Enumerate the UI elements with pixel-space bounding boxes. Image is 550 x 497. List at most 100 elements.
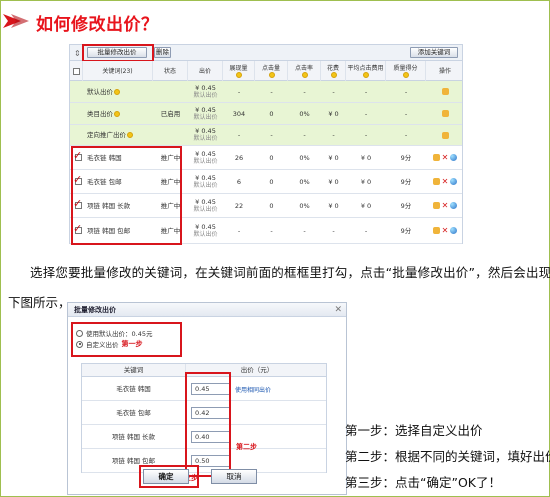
help-icon[interactable] [114, 110, 120, 117]
header-actions: 操作 [438, 67, 451, 75]
header-impressions[interactable]: 展现量 [223, 61, 255, 81]
hand-edit-icon[interactable] [441, 110, 449, 117]
globe-icon[interactable] [450, 227, 458, 234]
help-icon[interactable] [330, 71, 337, 78]
delete-icon[interactable]: ✕ [442, 153, 449, 162]
bid-row-keyword: 毛衣链 包邮 [82, 401, 186, 424]
header-clicks[interactable]: 点击量 [255, 61, 288, 81]
globe-icon[interactable] [450, 202, 458, 209]
cancel-button[interactable]: 取消 [211, 469, 257, 484]
col-keyword: 关键词 [82, 364, 186, 376]
bid-row-keyword: 毛衣链 韩国 [82, 377, 186, 400]
help-icon[interactable] [268, 71, 275, 78]
header-keyword[interactable]: 关键词(23) [83, 61, 153, 81]
header-quality[interactable]: 质量得分 [386, 61, 426, 81]
cell-keyword: 默认出价 [83, 81, 153, 102]
bid-row-keyword: 项链 韩国 长款 [82, 425, 186, 448]
cell-cost: ¥ 0 [328, 201, 339, 210]
hand-edit-icon[interactable] [441, 131, 449, 139]
cell-avg-cpc: ¥ 0 [360, 153, 372, 162]
delete-icon[interactable]: ✕ [442, 226, 449, 235]
instruction-line-1: 选择您要批量修改的关键词，在关键词前面的框框里打勾，点击“批量修改出价”，然后会… [30, 265, 550, 280]
globe-icon[interactable] [450, 154, 458, 161]
delete-button[interactable]: 删除 [154, 47, 171, 58]
help-icon[interactable] [363, 71, 369, 78]
cell-clicks: 0 [269, 109, 274, 118]
help-icon[interactable] [127, 132, 133, 138]
highlight-selected-keywords [71, 146, 182, 245]
cell-actions: ✕ [426, 194, 464, 217]
hand-edit-icon[interactable] [432, 178, 440, 185]
dialog-title: 批量修改出价 ✕ [68, 303, 346, 317]
hand-edit-icon[interactable] [432, 202, 440, 209]
cell-price[interactable]: ¥ 0.45 默认出价 [188, 103, 223, 124]
instruction-line-2: 下图所示， [8, 295, 71, 310]
table-header: 关键词(23) 状态 出价 展现量 点击量 点击率 花费 平均点击费用 质量得分… [70, 61, 462, 81]
help-icon[interactable] [114, 88, 120, 95]
cell-ctr: - [303, 87, 306, 96]
cell-keyword: 类目出价 [83, 103, 153, 124]
highlight-confirm [139, 465, 199, 488]
cell-actions [426, 103, 464, 124]
cell-cost: ¥ 0 [328, 177, 339, 186]
cell-impressions: - [237, 226, 241, 235]
header-cost[interactable]: 花费 [321, 61, 346, 81]
cell-avg-cpc: - [364, 131, 368, 139]
help-icon[interactable] [403, 71, 409, 78]
close-icon[interactable]: ✕ [334, 304, 342, 316]
step-1-text: 第一步：选择自定义出价 [345, 423, 483, 438]
cell-impressions: - [237, 131, 241, 139]
collapse-arrows-icon[interactable]: ⇕ [74, 49, 81, 58]
header-price[interactable]: 出价 [188, 61, 223, 81]
cell-price[interactable]: ¥ 0.45 默认出价 [188, 125, 223, 145]
cell-quality: 9分 [400, 201, 412, 210]
cell-quality: - [404, 131, 408, 139]
steps-summary: 第一步：选择自定义出价 第二步：根据不同的关键词，填好出价 第三步：点击“确定”… [345, 418, 550, 496]
use-same-bid-link[interactable]: 使用相同出价 [235, 385, 271, 394]
cell-ctr: 0% [299, 109, 310, 118]
cell-price[interactable]: ¥ 0.45 默认出价 [188, 218, 223, 243]
hand-edit-icon[interactable] [441, 88, 449, 95]
page-title: 如何修改出价？ [36, 15, 159, 35]
cell-avg-cpc: - [364, 109, 368, 118]
hand-edit-icon[interactable] [432, 154, 440, 161]
help-icon[interactable] [236, 71, 242, 78]
cell-clicks: 0 [269, 201, 274, 210]
header-avg-cpc[interactable]: 平均点击费用 [346, 61, 386, 81]
cell-price[interactable]: ¥ 0.45 默认出价 [188, 81, 223, 102]
cell-quality: - [404, 87, 408, 96]
cell-actions: ✕ [426, 218, 464, 243]
header-ctr[interactable]: 点击率 [288, 61, 321, 81]
select-all-checkbox[interactable] [72, 67, 80, 75]
step2-note: 第二步 [236, 443, 257, 451]
add-keyword-button[interactable]: 添加关键词 [410, 47, 458, 58]
delete-icon[interactable]: ✕ [442, 177, 449, 186]
cell-cost: - [332, 87, 335, 96]
cell-clicks: - [270, 226, 273, 235]
cell-quality: 9分 [400, 177, 412, 186]
cell-avg-cpc: - [364, 226, 368, 235]
cell-quality: - [404, 109, 408, 118]
cell-impressions: 304 [232, 109, 246, 118]
help-icon[interactable] [301, 71, 308, 78]
delete-icon[interactable]: ✕ [442, 201, 449, 210]
table-row: 默认出价 ¥ 0.45 默认出价 - - - - - - [70, 81, 462, 103]
cell-price[interactable]: ¥ 0.45 默认出价 [188, 146, 223, 169]
hand-edit-icon[interactable] [432, 227, 440, 234]
cell-price[interactable]: ¥ 0.45 默认出价 [188, 194, 223, 217]
cell-clicks: - [270, 131, 273, 139]
cell-ctr: 0% [299, 153, 310, 162]
table-row: 类目出价 已启用 ¥ 0.45 默认出价 304 0 0% ¥ 0 - - [70, 103, 462, 125]
globe-icon[interactable] [450, 178, 458, 185]
cell-avg-cpc: ¥ 0 [360, 177, 372, 186]
cell-cost: ¥ 0 [328, 109, 339, 118]
cell-avg-cpc: ¥ 0 [360, 201, 372, 210]
cell-ctr: 0% [299, 177, 310, 186]
cell-status: 已启用 [160, 109, 181, 118]
cell-price[interactable]: ¥ 0.45 默认出价 [188, 170, 223, 193]
cell-impressions: 26 [234, 153, 244, 162]
cell-status [153, 81, 188, 102]
step-2-text: 第二步：根据不同的关键词，填好出价 [345, 449, 550, 464]
table-row: 定向推广出价 ¥ 0.45 默认出价 - - - - - - [70, 125, 462, 146]
cell-clicks: 0 [269, 153, 274, 162]
